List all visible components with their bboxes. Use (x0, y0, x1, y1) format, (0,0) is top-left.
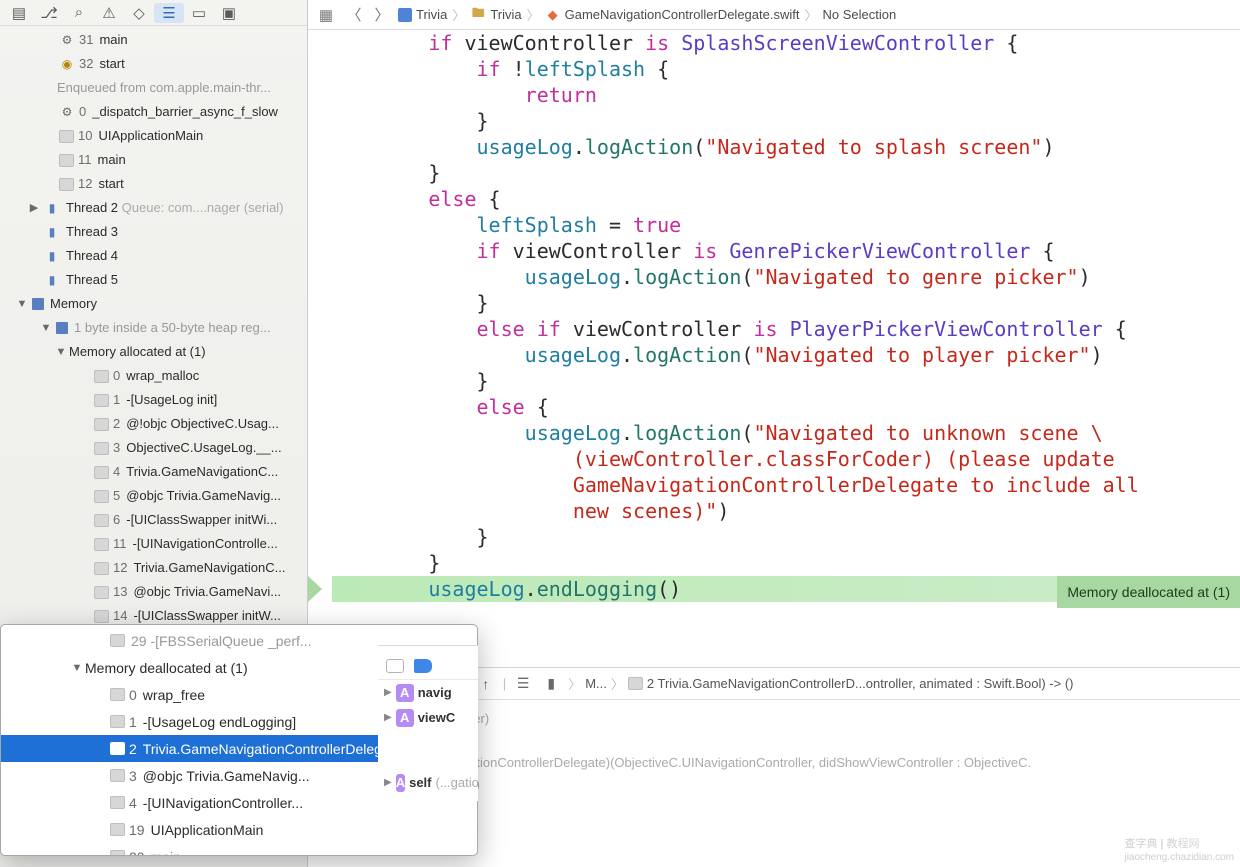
thread-icon: ▮ (44, 248, 60, 264)
frame-icon (110, 715, 125, 728)
frame-icon (110, 634, 125, 647)
app-icon: ◉ (59, 56, 75, 72)
related-items-icon[interactable]: ▦ (314, 6, 338, 24)
type-icon: A (396, 684, 414, 702)
frame-icon (94, 466, 109, 479)
watermark: 查字典 | 教程网 jiaocheng.chazidian.com (1124, 835, 1234, 863)
swift-file-icon: ◆ (545, 7, 561, 23)
memory-section[interactable]: Memory (0, 292, 307, 316)
navigator-selector-bar: ▤ ⎇ ⌕ ⚠ ◇ ☰ ▭ ▣ (0, 0, 307, 26)
frame-icon (628, 677, 643, 690)
memory-icon (32, 298, 44, 310)
stack-frame[interactable]: 20main (1, 843, 477, 856)
frame-icon (94, 394, 109, 407)
frame-icon (110, 850, 125, 856)
stack-frame[interactable]: 0wrap_malloc (0, 364, 307, 388)
stack-frame[interactable]: 4Trivia.GameNavigationC... (0, 460, 307, 484)
gear-icon: ⚙ (59, 32, 75, 48)
frame-icon (110, 823, 125, 836)
breakpoint-navigator-icon[interactable]: ▭ (184, 3, 214, 23)
issue-navigator-icon[interactable]: ⚠ (94, 3, 124, 23)
stack-frame[interactable]: 11-[UINavigationControlle... (0, 532, 307, 556)
variables-view: ▶Anavig ▶AviewC ▶Aself(...gationControll… (378, 645, 478, 801)
code-content: if viewController is SplashScreenViewCon… (332, 30, 1240, 654)
frame-icon (110, 742, 125, 755)
frame-icon (94, 418, 109, 431)
stack-frame[interactable]: ⚙31main (0, 28, 307, 52)
enqueue-info: Enqueued from com.apple.main-thr... (0, 76, 307, 100)
stack-frame[interactable]: 5@objc Trivia.GameNavig... (0, 484, 307, 508)
source-editor[interactable]: if viewController is SplashScreenViewCon… (308, 30, 1240, 667)
frame-icon (110, 769, 125, 782)
thread-icon: ▮ (44, 272, 60, 288)
stack-frame[interactable]: 3ObjectiveC.UsageLog.__... (0, 436, 307, 460)
breadcrumb[interactable]: ◆GameNavigationControllerDelegate.swift (545, 7, 800, 23)
frame-icon (94, 538, 109, 551)
frame-icon (94, 586, 109, 599)
folder-icon: 🖿 (470, 7, 486, 23)
search-icon[interactable]: ⌕ (64, 3, 94, 23)
debug-tree: ⚙31main ◉32start Enqueued from com.apple… (0, 26, 307, 628)
project-icon (398, 8, 412, 22)
stack-frame[interactable]: 12start (0, 172, 307, 196)
filter-tag-icon[interactable] (414, 659, 432, 673)
gear-icon: ⚙ (59, 104, 75, 120)
source-control-icon[interactable]: ⎇ (34, 3, 64, 23)
frame-icon (110, 796, 125, 809)
stack-frame[interactable]: 13@objc Trivia.GameNavi... (0, 580, 307, 604)
project-navigator-icon[interactable]: ▤ (4, 3, 34, 23)
breadcrumb-selection[interactable]: No Selection (822, 7, 896, 22)
forward-button[interactable]: 〉 (370, 4, 394, 25)
jump-bar: ▦ 〈 〉 Trivia 〉 🖿Trivia 〉 ◆GameNavigation… (308, 0, 1240, 30)
stack-frame[interactable]: ⚙0_dispatch_barrier_async_f_slow (0, 100, 307, 124)
variables-toolbar (378, 652, 478, 680)
memory-graph-icon[interactable]: ▮ (538, 675, 564, 692)
frame-icon (59, 178, 74, 191)
scope-selector[interactable] (386, 659, 404, 673)
back-button[interactable]: 〈 (342, 4, 366, 25)
frame-icon (110, 688, 125, 701)
stack-frame[interactable]: ◉32start (0, 52, 307, 76)
highlighted-line: usageLog.endLogging()Memory deallocated … (332, 576, 1240, 602)
variable-row[interactable]: ▶Anavig (378, 680, 478, 705)
frame-icon (94, 562, 109, 575)
breadcrumb[interactable]: Trivia (398, 7, 447, 22)
frame-icon (59, 130, 74, 143)
type-icon: A (396, 774, 405, 792)
stack-frame[interactable]: 2@!objc ObjectiveC.Usag... (0, 412, 307, 436)
debug-frame-crumb[interactable]: 2 Trivia.GameNavigationControllerD...ont… (628, 676, 1074, 691)
breadcrumb[interactable]: 🖿Trivia (470, 7, 521, 23)
thread-row[interactable]: ▮Thread 2 Queue: com....nager (serial) (0, 196, 307, 220)
report-navigator-icon[interactable]: ▣ (214, 3, 244, 23)
memory-icon (56, 322, 68, 334)
frame-icon (59, 154, 74, 167)
variable-row[interactable]: ▶Aself(...gationControllerDelegate) (378, 770, 478, 795)
stack-frame[interactable]: 1-[UsageLog init] (0, 388, 307, 412)
heap-region[interactable]: 1 byte inside a 50-byte heap reg... (0, 316, 307, 340)
frame-icon (94, 490, 109, 503)
debug-crumb[interactable]: M... (585, 676, 607, 691)
frame-icon (94, 370, 109, 383)
type-icon: A (396, 709, 414, 727)
view-debug-icon[interactable]: ☰ (510, 675, 536, 692)
thread-row[interactable]: ▮Thread 3 (0, 220, 307, 244)
stack-frame[interactable]: 10UIApplicationMain (0, 124, 307, 148)
frame-icon (94, 514, 109, 527)
stack-frame[interactable]: 12Trivia.GameNavigationC... (0, 556, 307, 580)
memory-allocated-header[interactable]: Memory allocated at (1) (0, 340, 307, 364)
variable-row[interactable]: ▶AviewC (378, 705, 478, 730)
thread-icon: ▮ (44, 224, 60, 240)
stack-frame[interactable]: 19UIApplicationMain (1, 816, 477, 843)
stack-frame[interactable]: 11main (0, 148, 307, 172)
thread-row[interactable]: ▮Thread 5 (0, 268, 307, 292)
test-navigator-icon[interactable]: ◇ (124, 3, 154, 23)
memory-deallocated-badge[interactable]: Memory deallocated at (1) (1057, 576, 1240, 608)
frame-icon (94, 610, 109, 623)
stack-frame[interactable]: 6-[UIClassSwapper initWi... (0, 508, 307, 532)
frame-icon (94, 442, 109, 455)
debug-navigator-icon[interactable]: ☰ (154, 3, 184, 23)
thread-row[interactable]: ▮Thread 4 (0, 244, 307, 268)
thread-icon: ▮ (44, 200, 60, 216)
